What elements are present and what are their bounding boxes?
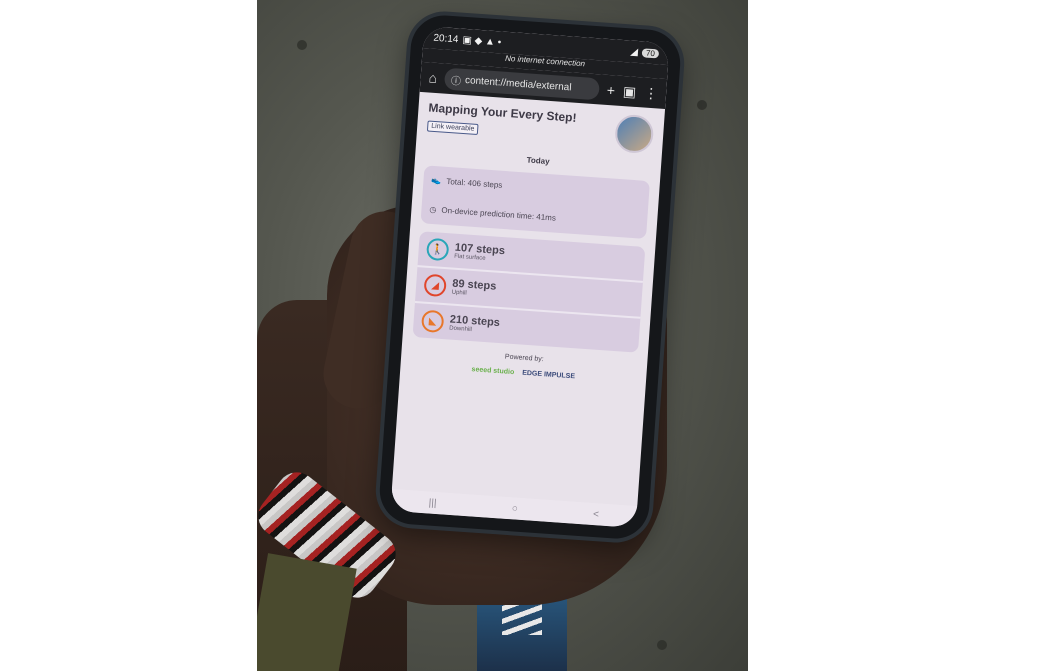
floor-speck — [297, 40, 307, 50]
photo-background: 20:14 ▣ ◆ ▲ • ◢ 70 No internet connectio… — [257, 0, 748, 671]
floor-speck — [657, 640, 667, 650]
battery-indicator: 70 — [641, 47, 660, 58]
recents-button[interactable]: ||| — [428, 497, 437, 509]
notification-icons: ▣ ◆ ▲ • — [462, 34, 502, 48]
plus-icon[interactable]: + — [606, 82, 615, 99]
timer-icon: ◷ — [429, 204, 437, 215]
home-button[interactable]: ○ — [511, 503, 518, 514]
sleeve — [257, 553, 357, 671]
edge-impulse-logo: EDGE IMPULSE — [521, 369, 576, 381]
home-icon[interactable]: ⌂ — [428, 69, 438, 86]
summary-card: 👟 Total: 406 steps ◷ On-device predictio… — [420, 165, 650, 239]
floor-speck — [697, 100, 707, 110]
shoe-icon: 👟 — [431, 175, 442, 186]
phone-screen: 20:14 ▣ ◆ ▲ • ◢ 70 No internet connectio… — [390, 26, 670, 528]
kebab-menu-icon[interactable]: ⋮ — [644, 85, 659, 102]
prediction-time: On-device prediction time: 41ms — [441, 205, 557, 223]
signal-icon: ◢ — [629, 45, 639, 58]
address-text: content://media/external — [464, 74, 572, 93]
android-nav-bar: ||| ○ < — [390, 488, 638, 528]
total-steps: Total: 406 steps — [446, 176, 503, 190]
seeed-logo: seeed studio — [471, 366, 515, 377]
phone: 20:14 ▣ ◆ ▲ • ◢ 70 No internet connectio… — [377, 13, 683, 541]
app-page: Mapping Your Every Step! Link wearable T… — [400, 92, 665, 385]
walk-icon: 🚶 — [425, 237, 450, 262]
back-button[interactable]: < — [593, 508, 600, 519]
avatar — [613, 113, 655, 155]
uphill-icon: ◢ — [423, 273, 447, 298]
status-time: 20:14 — [433, 32, 459, 45]
link-wearable-button[interactable]: Link wearable — [426, 120, 479, 136]
info-icon[interactable]: ⓘ — [451, 72, 462, 88]
tabs-icon[interactable]: ▣ — [622, 83, 636, 100]
step-breakdown: 🚶 107 steps Flat surface ◢ 89 steps Uphi… — [412, 231, 646, 353]
downhill-icon: ◣ — [420, 309, 445, 334]
